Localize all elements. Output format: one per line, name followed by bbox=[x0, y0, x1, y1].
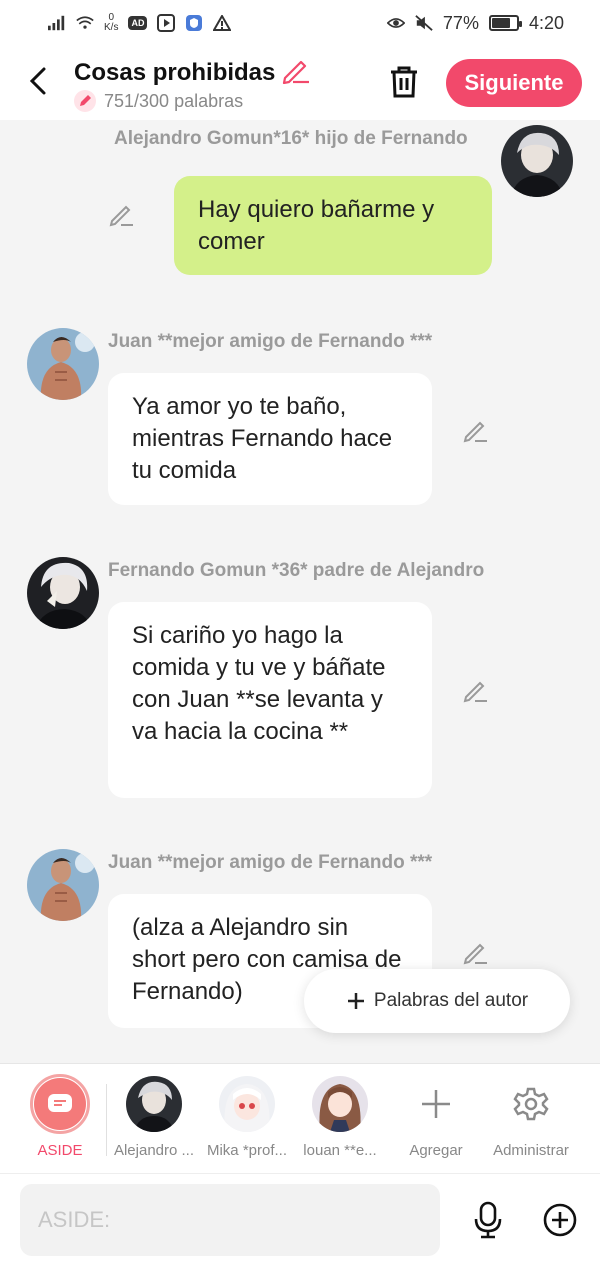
header: Cosas prohibidas 751/300 palabras Siguie… bbox=[0, 46, 600, 120]
message-sender: Alejandro Gomun*16* hijo de Fernando bbox=[114, 128, 468, 149]
avatar-fernando[interactable] bbox=[27, 557, 99, 629]
avatar bbox=[219, 1076, 275, 1132]
avatar-juan[interactable] bbox=[27, 849, 99, 921]
battery-icon bbox=[488, 15, 522, 31]
battery-percent: 77% bbox=[442, 12, 479, 33]
network-speed: 0 K/s bbox=[104, 13, 118, 33]
title-row: Cosas prohibidas bbox=[74, 56, 311, 89]
avatar-juan[interactable] bbox=[27, 328, 99, 400]
edit-title-icon[interactable] bbox=[281, 56, 311, 89]
input-bar bbox=[0, 1173, 600, 1267]
plus-circle-icon bbox=[543, 1203, 577, 1237]
microphone-button[interactable] bbox=[468, 1200, 508, 1240]
message-sender: Juan **mejor amigo de Fernando *** bbox=[108, 331, 433, 352]
mute-icon bbox=[415, 14, 433, 32]
microphone-icon bbox=[474, 1201, 502, 1239]
plus-icon bbox=[408, 1076, 464, 1132]
character-label: Mika *prof... bbox=[206, 1142, 288, 1159]
character-alejandro[interactable]: Alejandro ... bbox=[107, 1064, 201, 1174]
character-mika[interactable]: Mika *prof... bbox=[200, 1064, 294, 1174]
character-bar: ASIDE Alejandro ... Mika *prof... louan … bbox=[0, 1063, 600, 1173]
add-character-button[interactable]: Agregar bbox=[389, 1064, 483, 1174]
signal-icon bbox=[48, 14, 66, 32]
character-aside[interactable]: ASIDE bbox=[13, 1064, 107, 1174]
back-button[interactable] bbox=[24, 64, 52, 98]
wifi-icon bbox=[76, 14, 94, 32]
warning-icon bbox=[213, 14, 232, 32]
aside-avatar bbox=[30, 1074, 90, 1134]
delete-button[interactable] bbox=[386, 62, 422, 102]
speed-unit: K/s bbox=[104, 22, 119, 33]
character-label: louan **e... bbox=[303, 1142, 377, 1159]
character-louan[interactable]: louan **e... bbox=[293, 1064, 387, 1174]
avatar-alejandro[interactable] bbox=[501, 125, 573, 197]
message-bubble[interactable]: Hay quiero bañarme y comer bbox=[174, 176, 492, 275]
author-words-label: Palabras del autor bbox=[373, 990, 529, 1011]
avatar bbox=[312, 1076, 368, 1132]
message-sender: Fernando Gomun *36* padre de Alejandro bbox=[108, 560, 485, 581]
page-title[interactable]: Cosas prohibidas bbox=[74, 59, 275, 87]
status-bar: 0 K/s AD 77% 4:20 bbox=[0, 0, 600, 46]
character-label: Alejandro ... bbox=[113, 1142, 195, 1159]
edit-message-icon[interactable] bbox=[462, 938, 490, 966]
word-count-row: 751/300 palabras bbox=[74, 90, 243, 112]
shield-icon bbox=[185, 14, 203, 32]
ad-icon: AD bbox=[128, 16, 148, 30]
message-bubble[interactable]: Ya amor yo te baño, mientras Fernando ha… bbox=[108, 373, 432, 505]
word-count: 751/300 palabras bbox=[104, 90, 244, 111]
message-input[interactable] bbox=[20, 1184, 440, 1256]
manage-label: Administrar bbox=[493, 1142, 569, 1159]
clock: 4:20 bbox=[528, 12, 564, 33]
chevron-left-icon bbox=[29, 67, 46, 95]
battery-level bbox=[491, 18, 511, 28]
message-sender: Juan **mejor amigo de Fernando *** bbox=[108, 852, 433, 873]
gear-icon bbox=[503, 1076, 559, 1132]
plus-icon bbox=[347, 993, 364, 1009]
avatar bbox=[126, 1076, 182, 1132]
eye-icon bbox=[386, 14, 405, 32]
status-left: 0 K/s AD bbox=[48, 13, 232, 33]
character-label: ASIDE bbox=[37, 1142, 83, 1159]
status-right: 77% 4:20 bbox=[386, 12, 564, 34]
pencil-icon bbox=[74, 90, 96, 112]
play-icon bbox=[157, 14, 176, 32]
chat-bubble-icon bbox=[48, 1094, 72, 1112]
attach-button[interactable] bbox=[540, 1200, 580, 1240]
author-words-button[interactable]: Palabras del autor bbox=[304, 969, 570, 1033]
chat-area[interactable]: Alejandro Gomun*16* hijo de Fernando Hay… bbox=[0, 120, 600, 1063]
edit-message-icon[interactable] bbox=[462, 416, 490, 444]
edit-message-icon[interactable] bbox=[462, 676, 490, 704]
next-button[interactable]: Siguiente bbox=[446, 59, 582, 107]
edit-message-icon[interactable] bbox=[108, 200, 136, 228]
add-label: Agregar bbox=[409, 1142, 463, 1159]
message-bubble[interactable]: Si cariño yo hago la comida y tu ve y bá… bbox=[108, 602, 432, 798]
manage-button[interactable]: Administrar bbox=[484, 1064, 578, 1174]
trash-icon bbox=[391, 66, 417, 98]
